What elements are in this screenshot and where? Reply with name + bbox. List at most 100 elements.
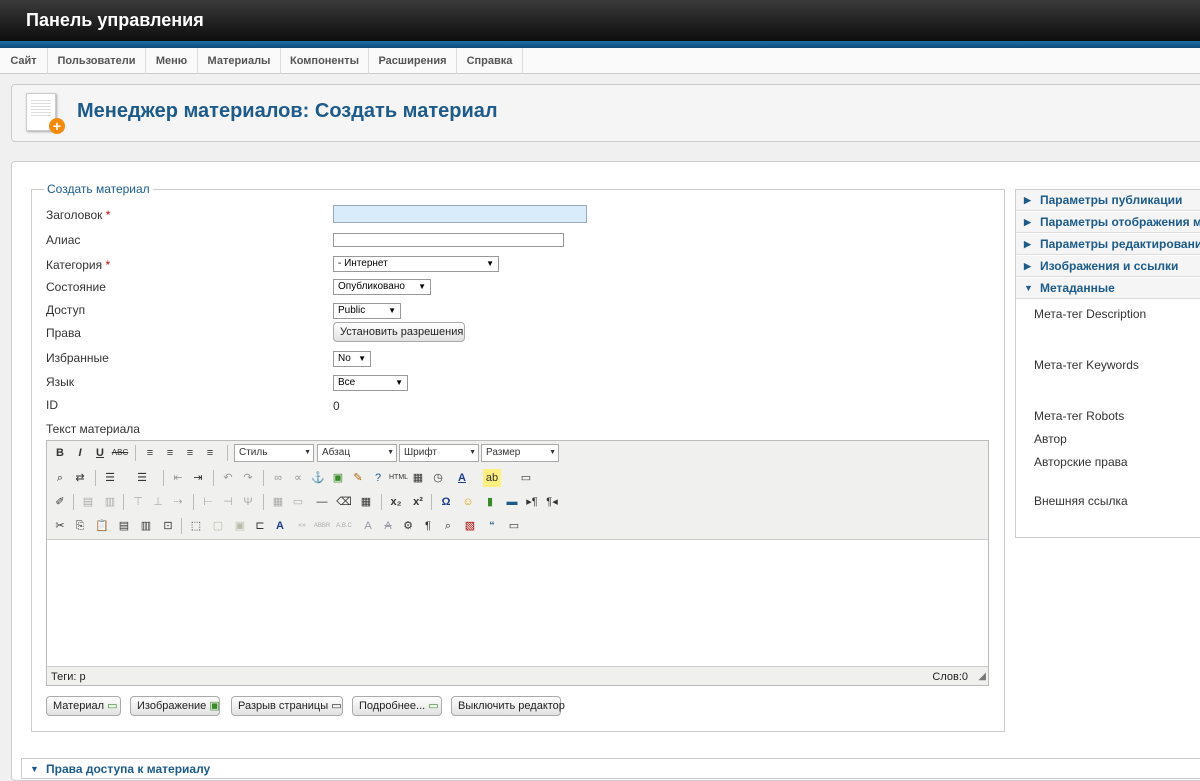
help-icon[interactable]: ? (369, 469, 387, 487)
access-select[interactable]: Public ▼ (333, 303, 401, 319)
menu-item-users[interactable]: Пользователи (48, 48, 146, 74)
move-forward-icon[interactable]: ▣ (231, 517, 249, 535)
col-after-icon[interactable]: ⊣ (219, 493, 237, 511)
row-after-icon[interactable]: ⊥ (149, 493, 167, 511)
insert-image-button[interactable]: Изображение ▣ (130, 696, 220, 716)
insert-icon[interactable]: A (359, 517, 377, 535)
insert-layer-icon[interactable]: ▢ (209, 517, 227, 535)
menu-item-extensions[interactable]: Расширения (369, 48, 457, 74)
cell-props-icon[interactable]: ▥ (101, 493, 119, 511)
table-props-icon[interactable]: ▤ (79, 493, 97, 511)
template-icon[interactable]: ▧ (461, 517, 479, 535)
unlink-icon[interactable]: ∝ (289, 469, 307, 487)
undo-icon[interactable]: ↶ (219, 469, 237, 487)
select-all-icon[interactable]: ⊡ (159, 517, 177, 535)
nbsp-icon[interactable]: ▬ (503, 493, 521, 511)
delete-icon[interactable]: A (379, 517, 397, 535)
paste-text-icon[interactable]: ▤ (115, 517, 133, 535)
panel-metadata[interactable]: ▼ Метаданные (1016, 278, 1200, 299)
insert-date-icon[interactable]: ▦ (409, 469, 427, 487)
row-before-icon[interactable]: ⊤ (129, 493, 147, 511)
indent-icon[interactable]: ⇥ (189, 469, 207, 487)
replace-icon[interactable]: ⇄ (71, 469, 89, 487)
special-char-icon[interactable]: Ω (437, 493, 455, 511)
html-icon[interactable]: HTML (389, 469, 408, 487)
delete-row-icon[interactable]: ⇢ (169, 493, 187, 511)
blockquote-icon[interactable]: “ (483, 517, 501, 535)
resize-handle-icon[interactable]: ◢ (978, 668, 986, 686)
image-icon[interactable]: ▣ (329, 469, 347, 487)
page-break-button[interactable]: Разрыв страницы ▭ (231, 696, 343, 716)
state-select[interactable]: Опубликовано ▼ (333, 279, 431, 295)
alias-input[interactable] (333, 233, 564, 247)
bullet-list-icon[interactable]: ☰ (101, 469, 119, 487)
numbered-list-icon[interactable]: ☰ (133, 469, 151, 487)
italic-icon[interactable]: I (71, 444, 89, 462)
find-icon[interactable]: ⌕ (51, 469, 69, 487)
merge-cells-icon[interactable]: ▭ (289, 493, 307, 511)
panel-display[interactable]: ▶ Параметры отображения м (1016, 212, 1200, 233)
align-right-icon[interactable]: ≡ (181, 444, 199, 462)
ltr-icon[interactable]: ▸¶ (523, 493, 541, 511)
text-color-icon[interactable]: A (453, 469, 471, 487)
page-break-icon[interactable]: ▭ (505, 517, 523, 535)
menu-item-site[interactable]: Сайт (0, 48, 48, 74)
emoticons-icon[interactable]: ☺ (459, 493, 477, 511)
cite-icon[interactable]: «» (293, 517, 311, 535)
align-left-icon[interactable]: ≡ (141, 444, 159, 462)
paste-icon[interactable]: 📋 (93, 517, 111, 535)
size-select[interactable]: Размер ▼ (481, 444, 559, 462)
paste-word-icon[interactable]: ▥ (137, 517, 155, 535)
category-select[interactable]: - Интернет ▼ (333, 256, 499, 272)
superscript-icon[interactable]: x² (409, 493, 427, 511)
title-input[interactable] (333, 205, 587, 223)
style-props-icon[interactable]: A (271, 517, 289, 535)
underline-icon[interactable]: U (91, 444, 109, 462)
cut-icon[interactable]: ✂ (51, 517, 69, 535)
panel-editing[interactable]: ▶ Параметры редактировани (1016, 234, 1200, 255)
background-color-icon[interactable]: ab (483, 469, 501, 487)
visual-aid-icon[interactable]: ⬚ (187, 517, 205, 535)
panel-publishing[interactable]: ▶ Параметры публикации (1016, 190, 1200, 211)
menu-item-content[interactable]: Материалы (198, 48, 281, 74)
fullscreen-icon[interactable]: ▭ (517, 469, 535, 487)
panel-images-links[interactable]: ▶ Изображения и ссылки (1016, 256, 1200, 277)
col-before-icon[interactable]: ⊢ (199, 493, 217, 511)
toggle-editor-button[interactable]: Выключить редактор (451, 696, 565, 716)
split-cells-icon[interactable]: ▦ (269, 493, 287, 511)
featured-select[interactable]: No ▼ (333, 351, 371, 367)
cleanup-icon[interactable]: ✎ (349, 469, 367, 487)
delete-col-icon[interactable]: Ψ (239, 493, 257, 511)
insert-article-button[interactable]: Материал ▭ (46, 696, 121, 716)
redo-icon[interactable]: ↷ (239, 469, 257, 487)
link-icon[interactable]: ∞ (269, 469, 287, 487)
preview-icon[interactable]: ⌕ (439, 517, 457, 535)
style-select[interactable]: Стиль ▼ (234, 444, 314, 462)
bold-icon[interactable]: B (51, 444, 69, 462)
copy-icon[interactable]: ⎘ (71, 517, 89, 535)
menu-item-help[interactable]: Справка (457, 48, 523, 74)
strikethrough-icon[interactable]: ABC (111, 444, 129, 462)
format-select[interactable]: Абзац ▼ (317, 444, 397, 462)
align-center-icon[interactable]: ≡ (161, 444, 179, 462)
font-select[interactable]: Шрифт ▼ (399, 444, 479, 462)
abbr-icon[interactable]: ABBR (313, 517, 331, 535)
show-blocks-icon[interactable]: ¶ (419, 517, 437, 535)
set-permissions-button[interactable]: Установить разрешения (333, 322, 465, 342)
anchor-icon[interactable]: ⚓ (309, 469, 327, 487)
media-icon[interactable]: ▮ (481, 493, 499, 511)
attributes-icon[interactable]: ⚙ (399, 517, 417, 535)
horizontal-rule-icon[interactable]: — (313, 493, 331, 511)
outdent-icon[interactable]: ⇤ (169, 469, 187, 487)
editor-content-area[interactable] (47, 539, 988, 667)
align-justify-icon[interactable]: ≡ (201, 444, 219, 462)
absolute-icon[interactable]: ⊏ (251, 517, 269, 535)
remove-format-icon[interactable]: ⌫ (335, 493, 353, 511)
menu-item-components[interactable]: Компоненты (281, 48, 369, 74)
acronym-icon[interactable]: A.B.C (335, 517, 353, 535)
read-more-button[interactable]: Подробнее... ▭ (352, 696, 442, 716)
insert-time-icon[interactable]: ◷ (429, 469, 447, 487)
edit-css-icon[interactable]: ✐ (51, 493, 69, 511)
panel-access-rights[interactable]: ▼ Права доступа к материалу (21, 758, 1200, 779)
language-select[interactable]: Все ▼ (333, 375, 408, 391)
